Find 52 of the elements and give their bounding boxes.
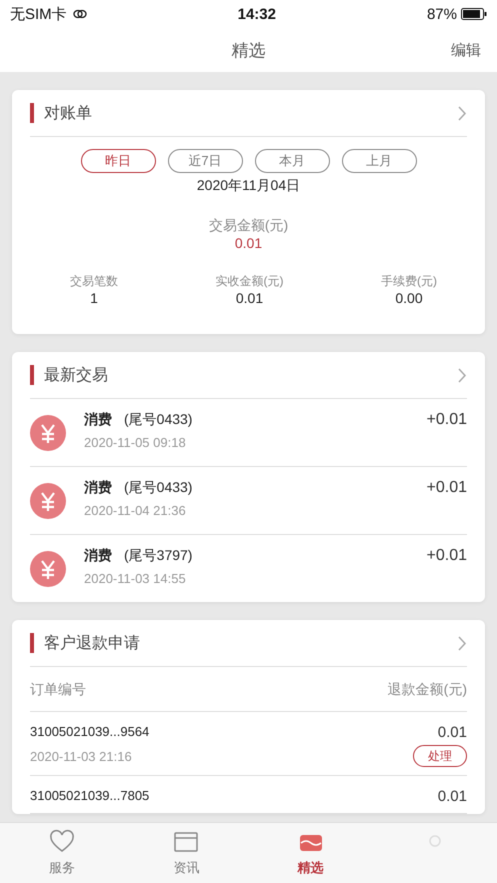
- column-header: 退款金额(元): [388, 681, 467, 699]
- card-number: (尾号3797): [124, 547, 192, 565]
- transaction-amount: +0.01: [426, 547, 467, 565]
- stat-label: 实收金额(元): [216, 273, 284, 290]
- carrier-label: 无SIM卡: [10, 4, 67, 24]
- date-label: 2020年11月04日: [196, 177, 300, 195]
- transaction-type: 消费: [84, 479, 112, 497]
- stat-value: 0.00: [395, 290, 423, 306]
- tab-bar-item[interactable]: 资讯: [124, 823, 248, 883]
- amount-value: 0.01: [234, 235, 262, 251]
- order-time: 2020-11-03 21:16: [30, 749, 133, 764]
- order-number: 31005021039...7805: [30, 788, 150, 803]
- section-title: 对账单: [44, 104, 92, 124]
- chevron-right-icon[interactable]: [458, 368, 467, 382]
- amount-label: 交易金额(元): [208, 217, 288, 235]
- period-tab[interactable]: 上月: [342, 149, 416, 173]
- card-number: (尾号0433): [124, 479, 192, 497]
- yuan-icon: [30, 551, 66, 587]
- order-number: 31005021039...9564: [30, 724, 150, 739]
- page-title: 精选: [232, 40, 266, 62]
- stat-value: 0.01: [236, 290, 264, 306]
- tab-bar-item[interactable]: 精选: [248, 823, 373, 883]
- refund-amount: 0.01: [438, 788, 467, 805]
- section-title: 客户退款申请: [44, 634, 140, 654]
- yuan-icon: [30, 483, 66, 519]
- chevron-right-icon[interactable]: [458, 636, 467, 650]
- period-tab[interactable]: 本月: [254, 149, 330, 173]
- transaction-amount: +0.01: [426, 411, 467, 429]
- transaction-amount: +0.01: [426, 479, 467, 497]
- edit-link[interactable]: 编辑: [451, 40, 481, 60]
- period-tab[interactable]: 昨日: [80, 149, 156, 173]
- card-number: (尾号0433): [124, 411, 192, 429]
- battery-percent: 87%: [426, 6, 457, 22]
- section-title: 最新交易: [44, 366, 108, 386]
- stat-value: 1: [90, 290, 98, 306]
- process-button[interactable]: 处理: [413, 745, 467, 767]
- refund-amount: 0.01: [438, 724, 467, 741]
- transaction-type: 消费: [84, 547, 112, 565]
- battery-icon: [460, 8, 487, 20]
- stat-label: 手续费(元): [381, 273, 437, 290]
- transaction-time: 2020-11-05 09:18: [84, 435, 187, 450]
- transaction-time: 2020-11-04 21:36: [84, 503, 187, 518]
- stat-label: 交易笔数: [70, 273, 118, 290]
- link-icon: [72, 9, 87, 19]
- chevron-right-icon[interactable]: [458, 106, 467, 120]
- period-tab[interactable]: 近7日: [168, 149, 242, 173]
- yuan-icon: [30, 415, 66, 451]
- clock: 14:32: [238, 6, 276, 22]
- column-header: 订单编号: [30, 681, 86, 699]
- tab-bar-item[interactable]: 服务: [0, 823, 124, 883]
- transaction-time: 2020-11-03 14:55: [84, 571, 187, 586]
- transaction-type: 消费: [84, 411, 112, 429]
